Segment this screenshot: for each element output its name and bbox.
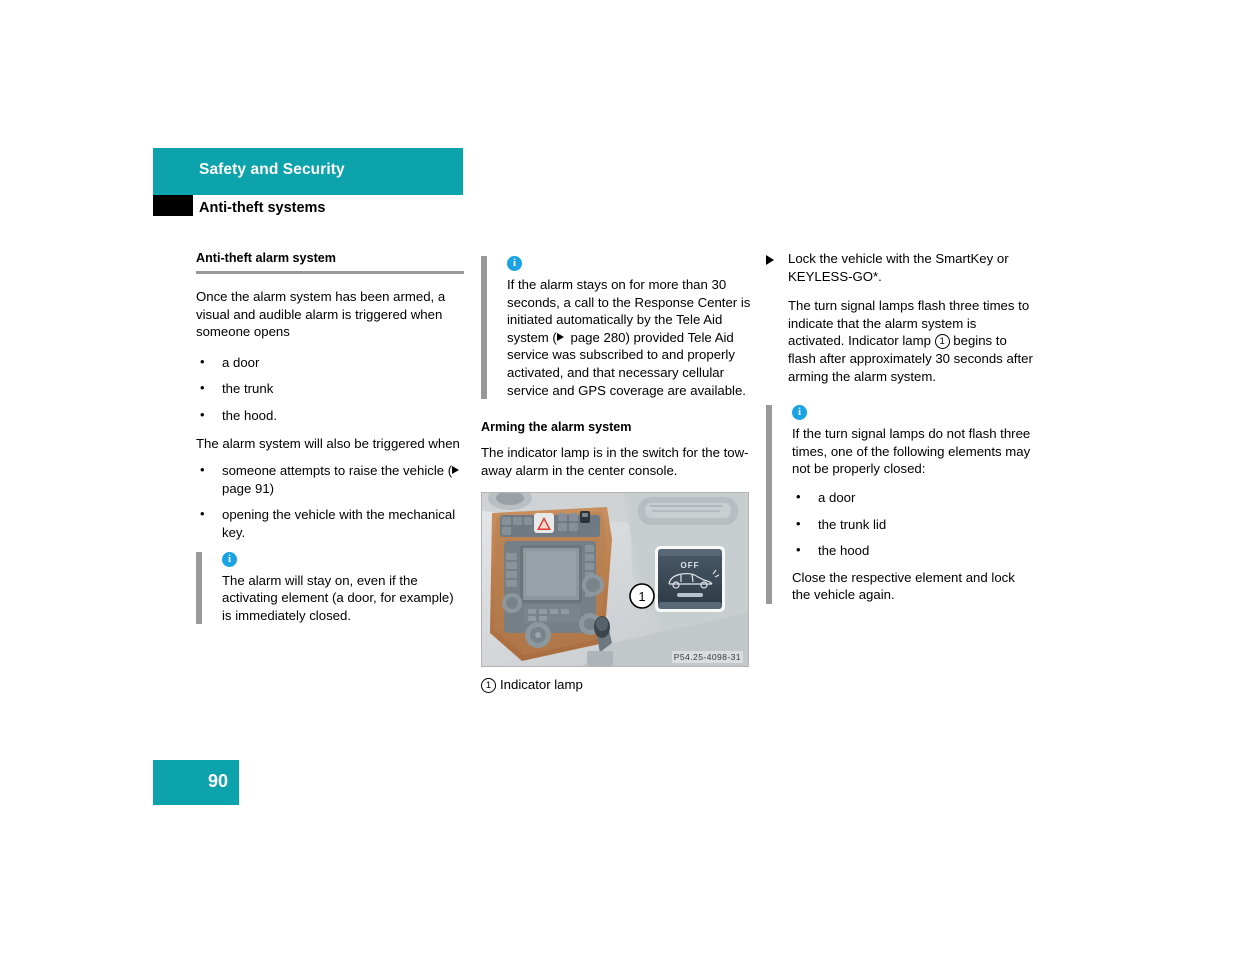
note-accent-bar	[766, 405, 772, 604]
list-item: a door	[196, 353, 466, 372]
note-accent-bar	[196, 551, 202, 625]
manual-page: Safety and Security Anti-theft systems A…	[0, 0, 1235, 954]
figure-caption: 1 Indicator lamp	[481, 676, 751, 694]
info-note-tele-aid: i If the alarm stays on for more than 30…	[481, 256, 751, 400]
indicator-lamp-strip	[677, 593, 703, 598]
info-note-alarm-stays-on: i The alarm will stay on, even if the ac…	[196, 551, 466, 625]
list-alarm-triggers-open: a door the trunk the hood.	[196, 353, 466, 425]
figure-center-console: 1 OFF P54.25-4098-31	[481, 492, 749, 668]
list-alarm-triggers-other: someone attempts to raise the vehicle ( …	[196, 461, 466, 541]
list-item: the hood	[792, 541, 1036, 560]
list-arming-steps: Lock the vehicle with the SmartKey or KE…	[766, 250, 1036, 285]
column-2: i If the alarm stays on for more than 30…	[481, 250, 751, 694]
caption-text: Indicator lamp	[500, 677, 583, 693]
list-item: opening the vehicle with the mechanical …	[196, 505, 466, 541]
page-ref-triangle-icon	[556, 332, 564, 341]
console-illustration: 1 OFF	[482, 493, 748, 667]
list-item: someone attempts to raise the vehicle ( …	[196, 461, 466, 497]
figure-reference-code: P54.25-4098-31	[671, 651, 743, 664]
step-item: Lock the vehicle with the SmartKey or KE…	[766, 250, 1036, 285]
list-item-text-pre: someone attempts to raise the vehicle (	[222, 463, 453, 479]
note-accent-bar	[481, 256, 487, 400]
info-icon: i	[507, 256, 522, 271]
caption-circled-number: 1	[481, 678, 496, 694]
section-title: Safety and Security	[199, 161, 345, 178]
header-black-marker	[153, 195, 193, 216]
info-icon: i	[222, 551, 237, 567]
heading-rule	[196, 271, 464, 274]
figure-callout-number: 1	[638, 589, 645, 604]
note-closing-text: Close the respective element and lock th…	[792, 569, 1015, 603]
switch-off-label: OFF	[681, 561, 700, 570]
list-item: the trunk	[196, 379, 466, 398]
note-text: The alarm will stay on, even if the acti…	[222, 572, 454, 623]
info-note-turn-signal-check: i If the turn signal lamps do not flash …	[766, 405, 1036, 604]
paragraph-also-triggered: The alarm system will also be triggered …	[196, 435, 460, 451]
subsection-heading-antitheft-alarm: Anti-theft alarm system	[196, 251, 336, 265]
list-item: a door	[792, 488, 1036, 507]
paragraph-indicator-location: The indicator lamp is in the switch for …	[481, 445, 749, 478]
section-header-band: Safety and Security	[153, 148, 463, 195]
note-text: If the alarm stays on for more than 30 s…	[507, 276, 751, 399]
paragraph-turn-signal: The turn signal lamps flash three times …	[766, 297, 1036, 385]
note-text: If the turn signal lamps do not flash th…	[792, 426, 1031, 477]
step-text: Lock the vehicle with the SmartKey or KE…	[788, 251, 1009, 284]
page-number: 90	[207, 771, 228, 791]
page-number-box: 90	[153, 760, 239, 805]
list-item: the trunk lid	[792, 515, 1036, 534]
list-unclosed-elements: a door the trunk lid the hood	[792, 488, 1036, 560]
info-icon: i	[792, 405, 807, 421]
column-3: Lock the vehicle with the SmartKey or KE…	[766, 250, 1036, 616]
column-1: Anti-theft alarm system Once the alarm s…	[196, 250, 466, 636]
list-item-text-post: page 91)	[222, 480, 275, 496]
list-item: the hood.	[196, 406, 466, 425]
page-title: Anti-theft systems	[199, 200, 326, 216]
subsection-heading-arming: Arming the alarm system	[481, 420, 632, 435]
step-triangle-icon	[766, 255, 774, 265]
inline-circled-number: 1	[934, 334, 950, 350]
paragraph-intro: Once the alarm system has been armed, a …	[196, 289, 446, 340]
page-ref-triangle-icon	[452, 466, 460, 475]
